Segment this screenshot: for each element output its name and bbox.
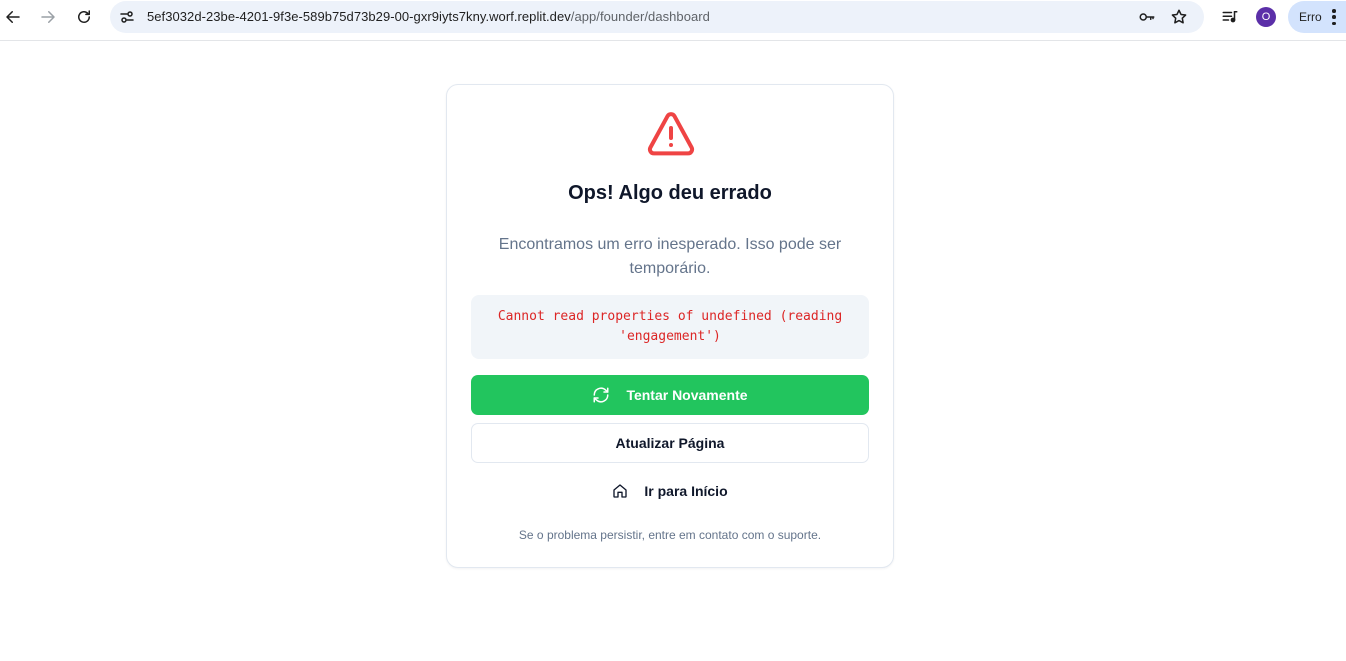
media-queue-icon <box>1222 11 1238 23</box>
error-message-box: Cannot read properties of undefined (rea… <box>471 295 869 359</box>
retry-button-label: Tentar Novamente <box>626 387 748 403</box>
retry-button[interactable]: Tentar Novamente <box>471 375 869 415</box>
error-card: Ops! Algo deu errado Encontramos um erro… <box>446 84 894 568</box>
back-arrow-icon <box>6 11 20 23</box>
forward-arrow-icon <box>41 11 55 23</box>
error-description: Encontramos um erro inesperado. Isso pod… <box>498 236 842 277</box>
profile-error-chip[interactable]: Erro <box>1288 1 1346 33</box>
forward-button[interactable] <box>35 5 61 29</box>
bookmark-button[interactable] <box>1170 8 1188 26</box>
toolbar-divider <box>0 40 1346 41</box>
go-home-button[interactable]: Ir para Início <box>471 471 869 511</box>
url-text[interactable]: 5ef3032d-23be-4201-9f3e-589b75d73b29-00-… <box>147 9 710 24</box>
media-queue-button[interactable] <box>1220 7 1240 27</box>
kebab-menu-icon[interactable] <box>1332 9 1336 25</box>
profile-avatar[interactable]: O <box>1256 7 1276 27</box>
browser-toolbar: 5ef3032d-23be-4201-9f3e-589b75d73b29-00-… <box>0 0 1346 34</box>
error-title: Ops! Algo deu errado <box>568 182 772 204</box>
site-info-button[interactable] <box>118 8 136 26</box>
back-button[interactable] <box>0 5 26 29</box>
password-key-icon <box>1139 13 1155 21</box>
support-note: Se o problema persistir, entre em contat… <box>518 528 822 542</box>
refresh-page-button[interactable]: Atualizar Página <box>471 423 869 463</box>
warning-triangle-icon <box>647 112 695 156</box>
url-path: /app/founder/dashboard <box>570 9 710 24</box>
error-message: Cannot read properties of undefined (rea… <box>497 309 843 344</box>
password-key-button[interactable] <box>1138 8 1156 26</box>
home-icon <box>612 483 628 499</box>
reload-button[interactable] <box>71 5 97 29</box>
refresh-page-label: Atualizar Página <box>615 435 725 451</box>
url-host: 5ef3032d-23be-4201-9f3e-589b75d73b29-00-… <box>147 9 571 24</box>
refresh-cw-icon <box>592 386 610 404</box>
bookmark-star-icon <box>1171 9 1187 24</box>
go-home-label: Ir para Início <box>644 483 728 499</box>
site-info-icon <box>120 11 134 23</box>
address-bar[interactable]: 5ef3032d-23be-4201-9f3e-589b75d73b29-00-… <box>110 1 1204 33</box>
profile-chip-label: Erro <box>1299 10 1322 24</box>
reload-icon <box>78 10 90 23</box>
